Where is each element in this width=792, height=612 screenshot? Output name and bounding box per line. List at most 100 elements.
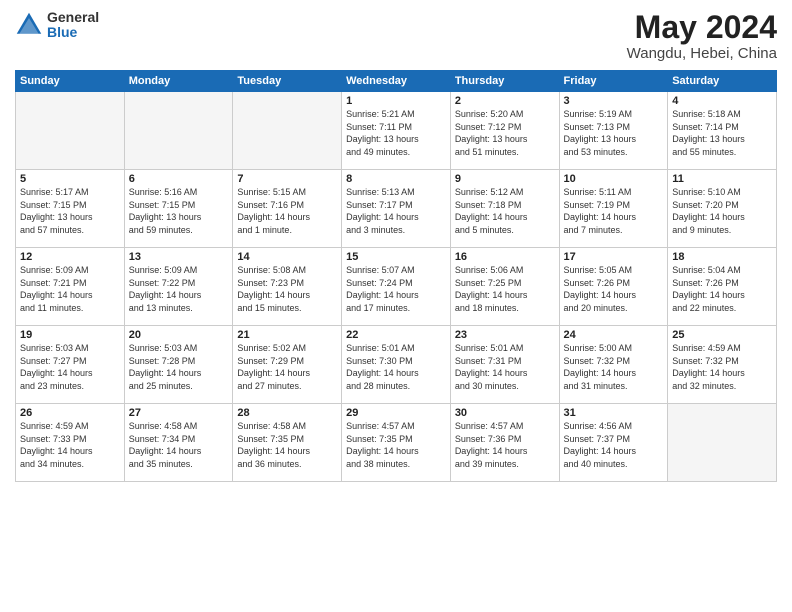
header-monday: Monday	[124, 71, 233, 92]
day-info: Sunrise: 5:20 AM Sunset: 7:12 PM Dayligh…	[455, 108, 555, 158]
day-number: 22	[346, 329, 446, 341]
day-info: Sunrise: 5:01 AM Sunset: 7:30 PM Dayligh…	[346, 342, 446, 392]
logo-blue-text: Blue	[47, 25, 99, 40]
calendar-cell: 8Sunrise: 5:13 AM Sunset: 7:17 PM Daylig…	[342, 170, 451, 248]
calendar-cell: 1Sunrise: 5:21 AM Sunset: 7:11 PM Daylig…	[342, 92, 451, 170]
day-info: Sunrise: 4:59 AM Sunset: 7:33 PM Dayligh…	[20, 420, 120, 470]
header-thursday: Thursday	[450, 71, 559, 92]
calendar-cell: 9Sunrise: 5:12 AM Sunset: 7:18 PM Daylig…	[450, 170, 559, 248]
day-number: 26	[20, 407, 120, 419]
day-info: Sunrise: 5:04 AM Sunset: 7:26 PM Dayligh…	[672, 264, 772, 314]
calendar-cell: 10Sunrise: 5:11 AM Sunset: 7:19 PM Dayli…	[559, 170, 668, 248]
day-number: 25	[672, 329, 772, 341]
day-info: Sunrise: 5:05 AM Sunset: 7:26 PM Dayligh…	[564, 264, 664, 314]
day-number: 15	[346, 251, 446, 263]
calendar-cell: 12Sunrise: 5:09 AM Sunset: 7:21 PM Dayli…	[16, 248, 125, 326]
calendar-cell	[16, 92, 125, 170]
day-number: 4	[672, 95, 772, 107]
day-number: 13	[129, 251, 229, 263]
calendar-week-3: 12Sunrise: 5:09 AM Sunset: 7:21 PM Dayli…	[16, 248, 777, 326]
day-number: 6	[129, 173, 229, 185]
day-info: Sunrise: 5:09 AM Sunset: 7:21 PM Dayligh…	[20, 264, 120, 314]
calendar-cell: 24Sunrise: 5:00 AM Sunset: 7:32 PM Dayli…	[559, 326, 668, 404]
day-info: Sunrise: 5:03 AM Sunset: 7:27 PM Dayligh…	[20, 342, 120, 392]
calendar-cell: 21Sunrise: 5:02 AM Sunset: 7:29 PM Dayli…	[233, 326, 342, 404]
calendar-cell: 29Sunrise: 4:57 AM Sunset: 7:35 PM Dayli…	[342, 404, 451, 482]
day-info: Sunrise: 5:19 AM Sunset: 7:13 PM Dayligh…	[564, 108, 664, 158]
day-info: Sunrise: 5:13 AM Sunset: 7:17 PM Dayligh…	[346, 186, 446, 236]
calendar-week-2: 5Sunrise: 5:17 AM Sunset: 7:15 PM Daylig…	[16, 170, 777, 248]
calendar-cell: 25Sunrise: 4:59 AM Sunset: 7:32 PM Dayli…	[668, 326, 777, 404]
day-number: 5	[20, 173, 120, 185]
day-info: Sunrise: 5:16 AM Sunset: 7:15 PM Dayligh…	[129, 186, 229, 236]
day-number: 9	[455, 173, 555, 185]
day-info: Sunrise: 5:10 AM Sunset: 7:20 PM Dayligh…	[672, 186, 772, 236]
day-number: 12	[20, 251, 120, 263]
calendar-cell: 6Sunrise: 5:16 AM Sunset: 7:15 PM Daylig…	[124, 170, 233, 248]
calendar-cell: 31Sunrise: 4:56 AM Sunset: 7:37 PM Dayli…	[559, 404, 668, 482]
day-info: Sunrise: 5:18 AM Sunset: 7:14 PM Dayligh…	[672, 108, 772, 158]
day-number: 7	[237, 173, 337, 185]
logo-icon	[15, 11, 43, 39]
header: General Blue May 2024 Wangdu, Hebei, Chi…	[15, 10, 777, 62]
day-info: Sunrise: 4:58 AM Sunset: 7:35 PM Dayligh…	[237, 420, 337, 470]
calendar-cell: 15Sunrise: 5:07 AM Sunset: 7:24 PM Dayli…	[342, 248, 451, 326]
day-info: Sunrise: 4:57 AM Sunset: 7:36 PM Dayligh…	[455, 420, 555, 470]
day-number: 29	[346, 407, 446, 419]
calendar-cell: 3Sunrise: 5:19 AM Sunset: 7:13 PM Daylig…	[559, 92, 668, 170]
day-number: 14	[237, 251, 337, 263]
day-info: Sunrise: 4:57 AM Sunset: 7:35 PM Dayligh…	[346, 420, 446, 470]
calendar-cell: 4Sunrise: 5:18 AM Sunset: 7:14 PM Daylig…	[668, 92, 777, 170]
day-number: 17	[564, 251, 664, 263]
day-info: Sunrise: 5:15 AM Sunset: 7:16 PM Dayligh…	[237, 186, 337, 236]
day-info: Sunrise: 5:06 AM Sunset: 7:25 PM Dayligh…	[455, 264, 555, 314]
calendar-cell: 19Sunrise: 5:03 AM Sunset: 7:27 PM Dayli…	[16, 326, 125, 404]
day-number: 23	[455, 329, 555, 341]
calendar-cell: 18Sunrise: 5:04 AM Sunset: 7:26 PM Dayli…	[668, 248, 777, 326]
calendar-cell: 20Sunrise: 5:03 AM Sunset: 7:28 PM Dayli…	[124, 326, 233, 404]
calendar-cell: 22Sunrise: 5:01 AM Sunset: 7:30 PM Dayli…	[342, 326, 451, 404]
calendar-cell: 2Sunrise: 5:20 AM Sunset: 7:12 PM Daylig…	[450, 92, 559, 170]
day-info: Sunrise: 5:00 AM Sunset: 7:32 PM Dayligh…	[564, 342, 664, 392]
day-info: Sunrise: 5:03 AM Sunset: 7:28 PM Dayligh…	[129, 342, 229, 392]
calendar-cell: 11Sunrise: 5:10 AM Sunset: 7:20 PM Dayli…	[668, 170, 777, 248]
day-info: Sunrise: 5:01 AM Sunset: 7:31 PM Dayligh…	[455, 342, 555, 392]
day-number: 8	[346, 173, 446, 185]
day-number: 27	[129, 407, 229, 419]
day-info: Sunrise: 5:08 AM Sunset: 7:23 PM Dayligh…	[237, 264, 337, 314]
header-wednesday: Wednesday	[342, 71, 451, 92]
logo: General Blue	[15, 10, 99, 41]
day-info: Sunrise: 4:59 AM Sunset: 7:32 PM Dayligh…	[672, 342, 772, 392]
day-info: Sunrise: 5:17 AM Sunset: 7:15 PM Dayligh…	[20, 186, 120, 236]
calendar-cell: 14Sunrise: 5:08 AM Sunset: 7:23 PM Dayli…	[233, 248, 342, 326]
header-friday: Friday	[559, 71, 668, 92]
header-sunday: Sunday	[16, 71, 125, 92]
day-number: 18	[672, 251, 772, 263]
calendar-cell: 28Sunrise: 4:58 AM Sunset: 7:35 PM Dayli…	[233, 404, 342, 482]
calendar-cell: 17Sunrise: 5:05 AM Sunset: 7:26 PM Dayli…	[559, 248, 668, 326]
day-info: Sunrise: 5:21 AM Sunset: 7:11 PM Dayligh…	[346, 108, 446, 158]
day-info: Sunrise: 5:12 AM Sunset: 7:18 PM Dayligh…	[455, 186, 555, 236]
calendar-week-4: 19Sunrise: 5:03 AM Sunset: 7:27 PM Dayli…	[16, 326, 777, 404]
day-info: Sunrise: 5:09 AM Sunset: 7:22 PM Dayligh…	[129, 264, 229, 314]
calendar-cell: 5Sunrise: 5:17 AM Sunset: 7:15 PM Daylig…	[16, 170, 125, 248]
calendar-title: May 2024	[627, 10, 777, 45]
day-number: 10	[564, 173, 664, 185]
day-number: 1	[346, 95, 446, 107]
day-number: 24	[564, 329, 664, 341]
logo-general-text: General	[47, 10, 99, 25]
calendar-cell: 23Sunrise: 5:01 AM Sunset: 7:31 PM Dayli…	[450, 326, 559, 404]
calendar-location: Wangdu, Hebei, China	[627, 45, 777, 62]
calendar-cell	[124, 92, 233, 170]
day-number: 20	[129, 329, 229, 341]
day-info: Sunrise: 5:11 AM Sunset: 7:19 PM Dayligh…	[564, 186, 664, 236]
day-number: 21	[237, 329, 337, 341]
day-number: 16	[455, 251, 555, 263]
calendar-cell: 7Sunrise: 5:15 AM Sunset: 7:16 PM Daylig…	[233, 170, 342, 248]
calendar-table: Sunday Monday Tuesday Wednesday Thursday…	[15, 70, 777, 482]
day-number: 3	[564, 95, 664, 107]
day-info: Sunrise: 4:56 AM Sunset: 7:37 PM Dayligh…	[564, 420, 664, 470]
day-number: 19	[20, 329, 120, 341]
day-info: Sunrise: 5:02 AM Sunset: 7:29 PM Dayligh…	[237, 342, 337, 392]
header-tuesday: Tuesday	[233, 71, 342, 92]
